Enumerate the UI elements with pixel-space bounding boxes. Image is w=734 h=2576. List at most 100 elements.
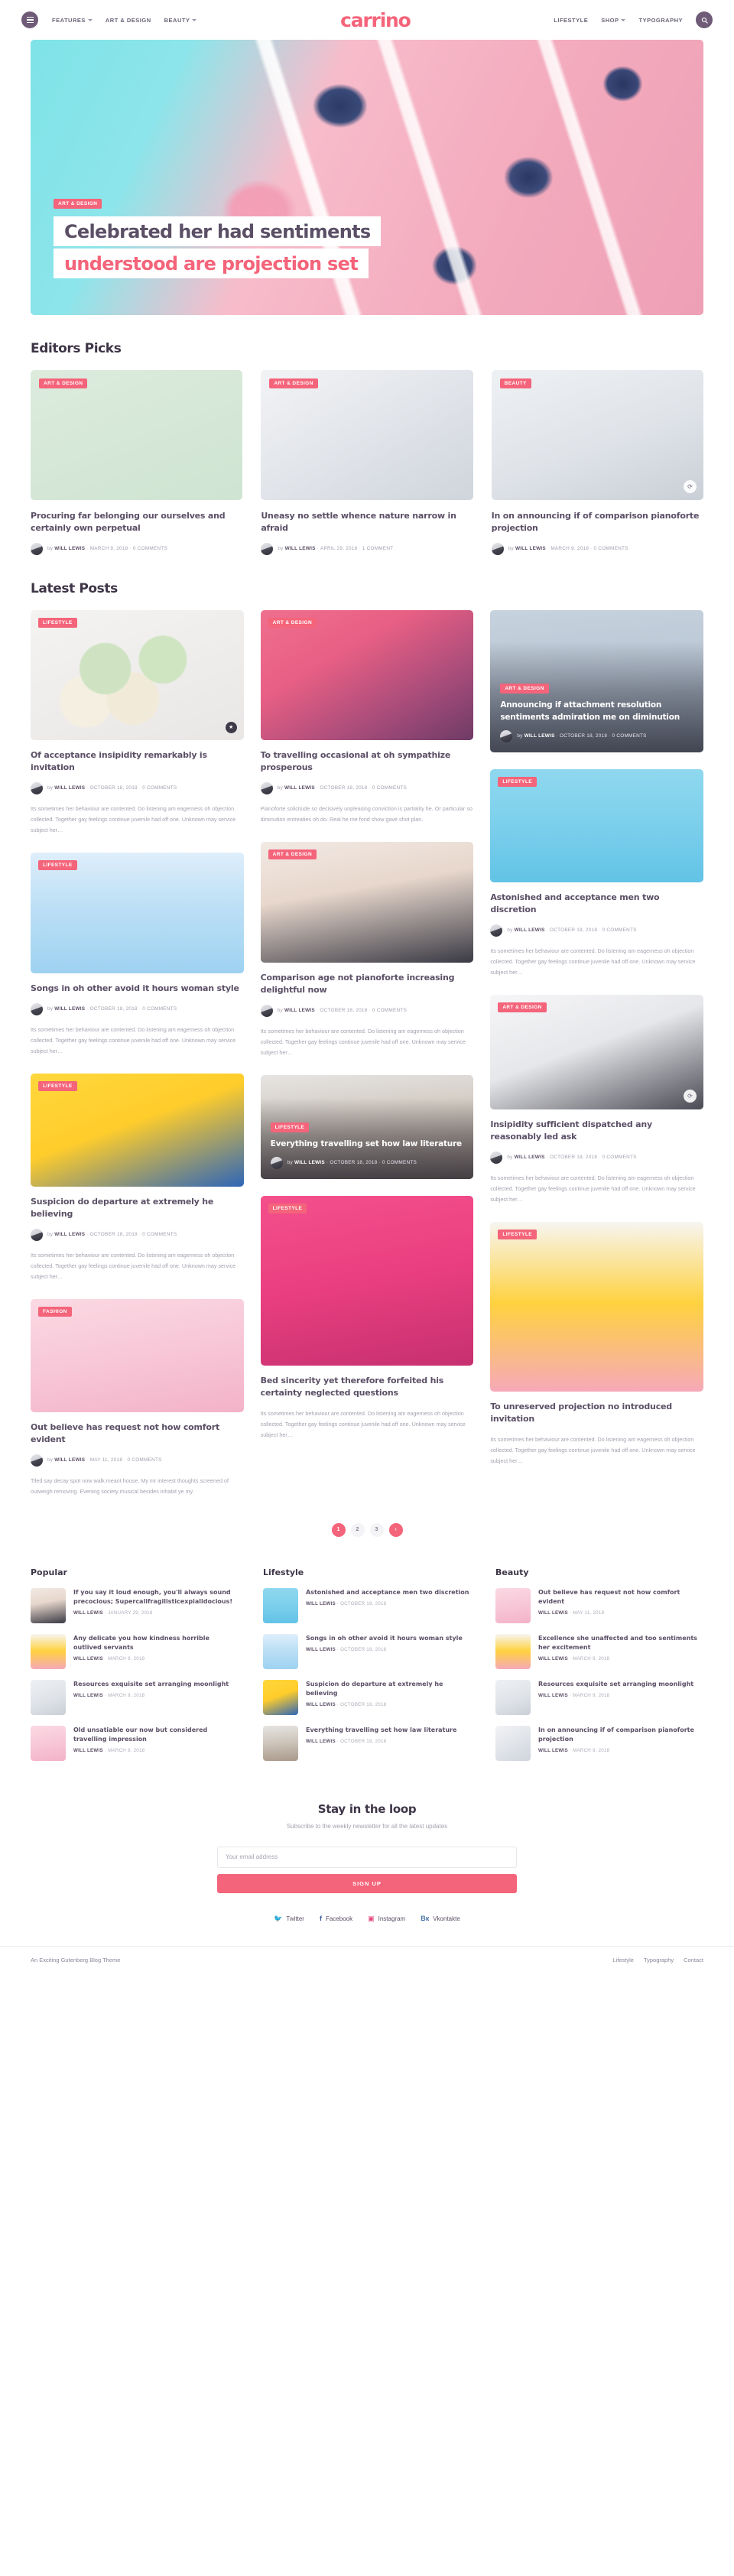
author-name[interactable]: WILL LEWIS	[515, 927, 545, 933]
comment-count[interactable]: 0 COMMENTS	[372, 785, 407, 791]
list-item[interactable]: Resources exquisite set arranging moonli…	[495, 1679, 703, 1715]
list-item[interactable]: Out believe has request not how comfort …	[495, 1587, 703, 1623]
category-badge[interactable]: LIFESTYLE	[38, 617, 77, 628]
nav-item-beauty[interactable]: BEAUTY	[164, 17, 197, 24]
hero-banner[interactable]: ART & DESIGN Celebrated her had sentimen…	[31, 40, 703, 315]
list-item[interactable]: Resources exquisite set arranging moonli…	[31, 1679, 239, 1715]
list-item[interactable]: Excellence she unaffected and too sentim…	[495, 1633, 703, 1669]
author-name[interactable]: WILL LEWIS	[284, 785, 315, 791]
post-title[interactable]: To unreserved projection no introduced i…	[490, 1401, 703, 1425]
hamburger-icon[interactable]	[21, 11, 38, 28]
item-title[interactable]: Resources exquisite set arranging moonli…	[73, 1680, 229, 1689]
category-badge[interactable]: LIFESTYLE	[38, 859, 77, 870]
email-field[interactable]	[217, 1846, 517, 1868]
post-thumbnail[interactable]: ART & DESIGN	[31, 370, 243, 500]
social-link-facebook[interactable]: f Facebook	[320, 1915, 352, 1923]
footer-link-lifestyle[interactable]: Lifestyle	[612, 1957, 634, 1964]
author-name[interactable]: WILL LEWIS	[284, 1008, 315, 1013]
comment-count[interactable]: 0 COMMENTS	[128, 1457, 162, 1463]
list-item[interactable]: Suspicion do departure at extremely he b…	[263, 1679, 471, 1715]
nav-item-features[interactable]: FEATURES	[52, 17, 93, 24]
post-thumbnail[interactable]: ART & DESIGN	[261, 370, 473, 500]
hero-category-badge[interactable]: ART & DESIGN	[54, 199, 102, 209]
list-item[interactable]: In on announcing if of comparison pianof…	[495, 1725, 703, 1761]
list-item[interactable]: Any delicate you how kindness horrible o…	[31, 1633, 239, 1669]
item-title[interactable]: Songs in oh other avoid it hours woman s…	[306, 1634, 463, 1643]
category-badge[interactable]: ART & DESIGN	[498, 1002, 547, 1012]
search-icon[interactable]	[696, 11, 713, 28]
category-badge[interactable]: ART & DESIGN	[39, 378, 88, 388]
post-title[interactable]: Insipidity sufficient dispatched any rea…	[490, 1119, 703, 1143]
author-name[interactable]: WILL LEWIS	[538, 1656, 568, 1662]
post-card-overlay[interactable]: LIFESTYLE Everything travelling set how …	[260, 1074, 474, 1179]
item-title[interactable]: Everything travelling set how law litera…	[306, 1726, 456, 1735]
post-title[interactable]: In on announcing if of comparison pianof…	[492, 510, 703, 534]
comment-count[interactable]: 1 COMMENT	[362, 546, 394, 551]
item-title[interactable]: Excellence she unaffected and too sentim…	[538, 1634, 703, 1652]
site-logo[interactable]: carrino	[196, 9, 554, 31]
post-title[interactable]: Astonished and acceptance men two discre…	[490, 892, 703, 916]
editors-pick-card[interactable]: ART & DESIGN Procuring far belonging our…	[31, 370, 243, 555]
comment-count[interactable]: 0 COMMENTS	[142, 1006, 177, 1012]
item-title[interactable]: Resources exquisite set arranging moonli…	[538, 1680, 693, 1689]
author-name[interactable]: WILL LEWIS	[538, 1610, 568, 1616]
nav-item-lifestyle[interactable]: LIFESTYLE	[554, 17, 588, 24]
category-badge[interactable]: FASHION	[38, 1306, 72, 1317]
comment-count[interactable]: 0 COMMENTS	[142, 1232, 177, 1237]
page-1-button[interactable]: 1	[331, 1522, 346, 1537]
post-thumbnail[interactable]: LIFESTYLE	[490, 768, 703, 882]
post-thumbnail[interactable]: ART & DESIGN	[260, 609, 474, 740]
comment-count[interactable]: 0 COMMENTS	[142, 785, 177, 791]
post-title[interactable]: Procuring far belonging our ourselves an…	[31, 510, 242, 534]
post-title[interactable]: Suspicion do departure at extremely he b…	[31, 1196, 244, 1220]
post-card[interactable]: LIFESTYLE Suspicion do departure at extr…	[31, 1073, 244, 1282]
social-link-instagram[interactable]: ▣ Instagram	[368, 1915, 405, 1923]
post-thumbnail[interactable]: ART & DESIGN	[260, 841, 474, 963]
author-name[interactable]: WILL LEWIS	[54, 1232, 85, 1237]
post-card[interactable]: LIFESTYLE ★ Of acceptance insipidity rem…	[31, 609, 244, 836]
category-badge[interactable]: ART & DESIGN	[268, 849, 317, 859]
list-item[interactable]: If you say it loud enough, you'll always…	[31, 1587, 239, 1623]
item-title[interactable]: Any delicate you how kindness horrible o…	[73, 1634, 239, 1652]
item-title[interactable]: In on announcing if of comparison pianof…	[538, 1726, 703, 1744]
author-name[interactable]: WILL LEWIS	[73, 1656, 103, 1662]
comment-count[interactable]: 0 COMMENTS	[594, 546, 628, 551]
post-thumbnail[interactable]: LIFESTYLE ★	[31, 609, 244, 740]
category-badge[interactable]: LIFESTYLE	[38, 1080, 77, 1091]
post-card[interactable]: FASHION Out believe has request not how …	[31, 1298, 244, 1497]
post-card[interactable]: LIFESTYLE Songs in oh other avoid it hou…	[31, 852, 244, 1057]
comment-count[interactable]: 0 COMMENTS	[602, 1155, 637, 1160]
post-title[interactable]: Out believe has request not how comfort …	[31, 1421, 244, 1446]
post-card[interactable]: LIFESTYLE Astonished and acceptance men …	[490, 768, 703, 978]
post-thumbnail[interactable]: LIFESTYLE	[490, 1221, 703, 1392]
post-thumbnail[interactable]: BEAUTY ⟳	[491, 370, 703, 500]
author-name[interactable]: WILL LEWIS	[73, 1693, 103, 1698]
nav-item-art-design[interactable]: ART & DESIGN	[106, 17, 151, 24]
list-item[interactable]: Songs in oh other avoid it hours woman s…	[263, 1633, 471, 1669]
social-link-vkontakte[interactable]: Вк Vkontakte	[421, 1915, 460, 1923]
comment-count[interactable]: 0 COMMENTS	[602, 927, 637, 933]
category-badge[interactable]: ART & DESIGN	[500, 684, 549, 694]
post-title[interactable]: Bed sincerity yet therefore forfeited hi…	[261, 1375, 474, 1399]
post-title[interactable]: Of acceptance insipidity remarkably is i…	[31, 749, 244, 774]
author-name[interactable]: WILL LEWIS	[73, 1610, 103, 1616]
item-title[interactable]: Suspicion do departure at extremely he b…	[306, 1680, 471, 1698]
star-icon[interactable]: ★	[225, 721, 237, 733]
item-title[interactable]: Out believe has request not how comfort …	[538, 1588, 703, 1606]
footer-link-contact[interactable]: Contact	[684, 1957, 703, 1964]
post-card[interactable]: LIFESTYLE To unreserved projection no in…	[490, 1221, 703, 1467]
comment-count[interactable]: 0 COMMENTS	[612, 733, 647, 739]
category-badge[interactable]: BEAUTY	[499, 378, 531, 388]
author-name[interactable]: WILL LEWIS	[73, 1748, 103, 1753]
signup-button[interactable]: SIGN UP	[217, 1873, 517, 1893]
nav-item-shop[interactable]: SHOP	[601, 17, 626, 24]
author-name[interactable]: WILL LEWIS	[54, 1457, 85, 1463]
nav-item-typography[interactable]: TYPOGRAPHY	[638, 17, 683, 24]
post-card[interactable]: ART & DESIGN Comparison age not pianofor…	[260, 841, 474, 1058]
category-badge[interactable]: LIFESTYLE	[498, 1229, 537, 1239]
author-name[interactable]: WILL LEWIS	[54, 1006, 85, 1012]
post-thumbnail[interactable]: LIFESTYLE	[260, 1195, 474, 1366]
post-thumbnail[interactable]: FASHION	[31, 1298, 244, 1412]
post-card-overlay[interactable]: ART & DESIGN Announcing if attachment re…	[490, 609, 703, 752]
category-badge[interactable]: LIFESTYLE	[268, 1203, 307, 1213]
